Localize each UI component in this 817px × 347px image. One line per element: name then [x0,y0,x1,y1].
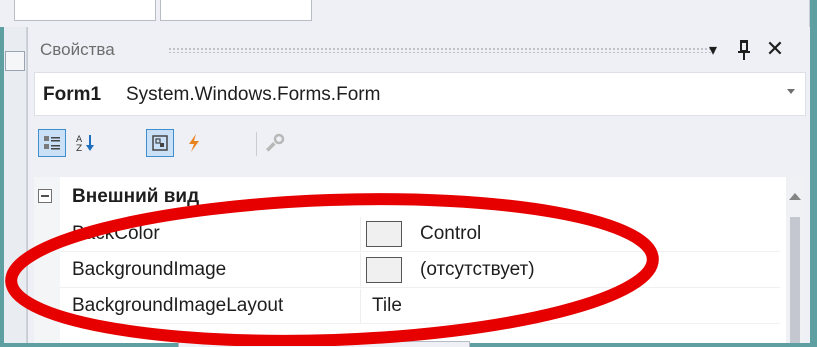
window-position-dropdown-icon[interactable]: ▾ [700,36,726,64]
alphabetical-icon[interactable]: A Z [72,129,100,157]
properties-toolbar: A Z [34,126,804,164]
column-divider [360,289,361,323]
property-name: BackColor [72,223,160,244]
panel-title: Свойства [40,40,115,59]
object-selector[interactable]: Form1 System.Windows.Forms.Form [34,72,806,116]
scroll-thumb[interactable] [790,217,800,343]
categorized-icon[interactable] [38,129,66,157]
pin-icon[interactable] [731,36,757,64]
toolbar-separator [256,132,257,156]
top-tab-strip [0,0,810,27]
property-value[interactable]: Control [420,223,481,245]
top-tab[interactable] [160,0,312,21]
property-row[interactable]: BackColor Control [60,217,780,252]
properties-icon[interactable] [146,129,174,157]
titlebar-grip [168,47,716,53]
events-icon[interactable] [180,129,208,157]
property-row[interactable]: BackgroundImageLayout Tile [60,289,780,324]
left-panel-edge [4,27,27,343]
category-label: Внешний вид [72,186,200,207]
property-pages-icon[interactable] [262,129,290,157]
vertical-scrollbar[interactable] [786,177,804,343]
scroll-up-arrow-icon[interactable] [789,193,801,200]
property-grid: Внешний вид BackColor Control Background… [34,177,804,343]
left-panel-button[interactable] [5,51,25,71]
svg-text:Z: Z [76,144,82,153]
top-tab[interactable] [14,0,156,21]
collapse-icon[interactable] [38,189,52,203]
property-value[interactable]: (отсутствует) [420,259,535,281]
properties-panel: Свойства ▾ ✕ Form1 System.Windows.Forms.… [27,27,810,343]
panel-titlebar[interactable]: Свойства ▾ ✕ [28,27,810,71]
property-name: BackgroundImage [72,259,227,280]
object-type: System.Windows.Forms.Form [126,84,381,105]
property-value[interactable]: Tile [372,295,402,317]
color-swatch [366,221,402,247]
property-name: BackgroundImageLayout [72,295,284,316]
column-divider [360,253,361,287]
object-name: Form1 [43,84,102,105]
bottom-tab [178,341,470,347]
image-swatch [366,257,402,283]
chevron-down-icon[interactable] [787,89,795,94]
close-icon[interactable]: ✕ [762,36,788,64]
column-divider [360,217,361,251]
property-row[interactable]: BackgroundImage (отсутствует) [60,253,780,288]
category-row[interactable]: Внешний вид [34,184,780,214]
